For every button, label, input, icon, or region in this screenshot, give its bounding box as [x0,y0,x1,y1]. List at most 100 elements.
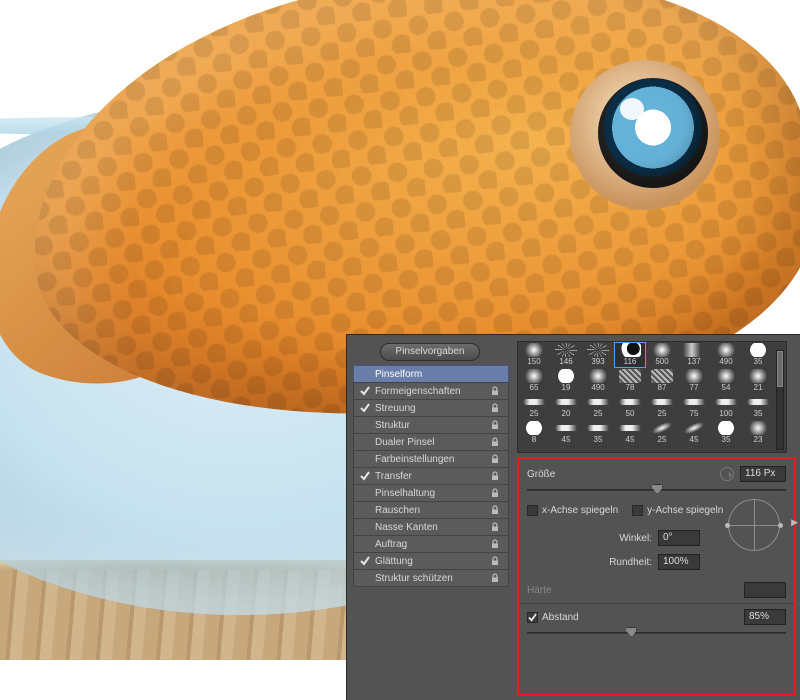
brush-option-formeigenschaften[interactable]: Formeigenschaften [353,382,509,400]
brush-thumb-icon [649,417,675,439]
option-label: Auftrag [372,539,490,550]
spacing-checkbox[interactable]: Abstand [527,612,579,623]
brush-option-farbeinstellungen[interactable]: Farbeinstellungen [353,450,509,468]
spacing-slider-knob[interactable] [625,627,637,637]
brush-thumb-icon [651,369,673,383]
angle-arrow-icon[interactable]: ▶ [791,517,798,528]
brush-option-struktur-sch-tzen[interactable]: Struktur schützen [353,569,509,587]
brush-preset-100[interactable]: 100 [710,394,742,420]
brush-preset-75[interactable]: 75 [678,394,710,420]
brush-thumb-icon [683,369,705,383]
roundness-value-field[interactable]: 100% [658,554,700,570]
brush-preset-54[interactable]: 54 [710,368,742,394]
brush-thumb-icon [683,343,705,357]
brush-thumb-icon [715,343,737,357]
flip-y-checkbox[interactable]: y-Achse spiegeln [632,505,723,516]
brush-preset-146[interactable]: 146 [550,342,582,368]
size-value-field[interactable]: 116 Px [740,466,786,482]
flip-x-checkbox[interactable]: x-Achse spiegeln [527,505,618,516]
brush-preset-35[interactable]: 35 [582,420,614,446]
brush-option-gl-ttung[interactable]: Glättung [353,552,509,570]
brush-preset-20[interactable]: 20 [550,394,582,420]
spacing-value-field[interactable]: 85% [744,609,786,625]
brush-option-pinselhaltung[interactable]: Pinselhaltung [353,484,509,502]
brush-option-transfer[interactable]: Transfer [353,467,509,485]
lock-icon[interactable] [490,437,504,447]
brush-preset-393[interactable]: 393 [582,342,614,368]
brush-option-pinselform[interactable]: Pinselform [353,365,509,383]
lock-icon[interactable] [490,488,504,498]
brush-preset-25[interactable]: 25 [646,394,678,420]
brush-preset-490[interactable]: 490 [710,342,742,368]
brush-option-auftrag[interactable]: Auftrag [353,535,509,553]
option-label: Struktur [372,420,490,431]
brush-option-struktur[interactable]: Struktur [353,416,509,434]
brush-size-number: 20 [562,409,571,418]
option-label: Glättung [372,556,490,567]
brush-preset-25[interactable]: 25 [582,394,614,420]
brush-size-number: 25 [658,409,667,418]
brush-option-rauschen[interactable]: Rauschen [353,501,509,519]
brush-preset-35[interactable]: 35 [742,342,774,368]
brush-thumb-icon [651,343,673,357]
brush-picker-scrollbar[interactable] [776,350,784,450]
lock-icon[interactable] [490,454,504,464]
option-label: Transfer [372,471,490,482]
brush-preset-45[interactable]: 45 [614,420,646,446]
brush-preset-35[interactable]: 35 [742,394,774,420]
lock-icon[interactable] [490,573,504,583]
brush-option-dualer-pinsel[interactable]: Dualer Pinsel [353,433,509,451]
brush-preset-116[interactable]: 116 [614,342,646,368]
brush-preset-500[interactable]: 500 [646,342,678,368]
size-slider-knob[interactable] [651,484,663,494]
lock-icon[interactable] [490,522,504,532]
lock-icon[interactable] [490,539,504,549]
lock-icon[interactable] [490,505,504,515]
brush-preset-25[interactable]: 25 [646,420,678,446]
option-checkbox[interactable] [358,556,372,566]
brush-preset-65[interactable]: 65 [518,368,550,394]
brush-preset-21[interactable]: 21 [742,368,774,394]
option-label: Nasse Kanten [372,522,490,533]
option-checkbox[interactable] [358,386,372,396]
brush-preset-137[interactable]: 137 [678,342,710,368]
option-checkbox[interactable] [358,471,372,481]
brush-preset-45[interactable]: 45 [678,420,710,446]
brush-preset-35[interactable]: 35 [710,420,742,446]
brush-size-number: 65 [530,383,539,392]
brush-preset-25[interactable]: 25 [518,394,550,420]
brush-option-streuung[interactable]: Streuung [353,399,509,417]
brush-preset-87[interactable]: 87 [646,368,678,394]
brush-preset-490[interactable]: 490 [582,368,614,394]
brush-preset-23[interactable]: 23 [742,420,774,446]
option-checkbox[interactable] [358,403,372,413]
option-label: Farbeinstellungen [372,454,490,465]
brush-size-number: 35 [754,409,763,418]
brush-preset-77[interactable]: 77 [678,368,710,394]
lock-icon[interactable] [490,556,504,566]
brush-thumb-icon [587,343,609,357]
angle-roundness-widget[interactable] [722,493,786,557]
scrollbar-thumb[interactable] [777,351,783,387]
spacing-slider[interactable] [527,626,786,640]
lock-icon[interactable] [490,420,504,430]
angle-value-field[interactable]: 0° [658,530,700,546]
brush-preset-8[interactable]: 8 [518,420,550,446]
lock-icon[interactable] [490,386,504,396]
brush-thumb-icon [715,399,737,405]
brush-option-nasse-kanten[interactable]: Nasse Kanten [353,518,509,536]
lock-icon[interactable] [490,403,504,413]
brush-size-number: 87 [658,383,667,392]
brush-size-number: 77 [690,383,699,392]
brush-options-sidebar: PinselformFormeigenschaftenStreuung Struk… [353,365,509,586]
brush-preset-19[interactable]: 19 [550,368,582,394]
brush-presets-tab[interactable]: Pinselvorgaben [380,343,480,361]
spacing-label: Abstand [542,612,579,623]
lock-icon[interactable] [490,471,504,481]
brush-preset-78[interactable]: 78 [614,368,646,394]
brush-preset-45[interactable]: 45 [550,420,582,446]
reset-size-icon[interactable] [720,467,734,481]
brush-preset-150[interactable]: 150 [518,342,550,368]
brush-thumb-icon [747,421,769,435]
brush-preset-50[interactable]: 50 [614,394,646,420]
